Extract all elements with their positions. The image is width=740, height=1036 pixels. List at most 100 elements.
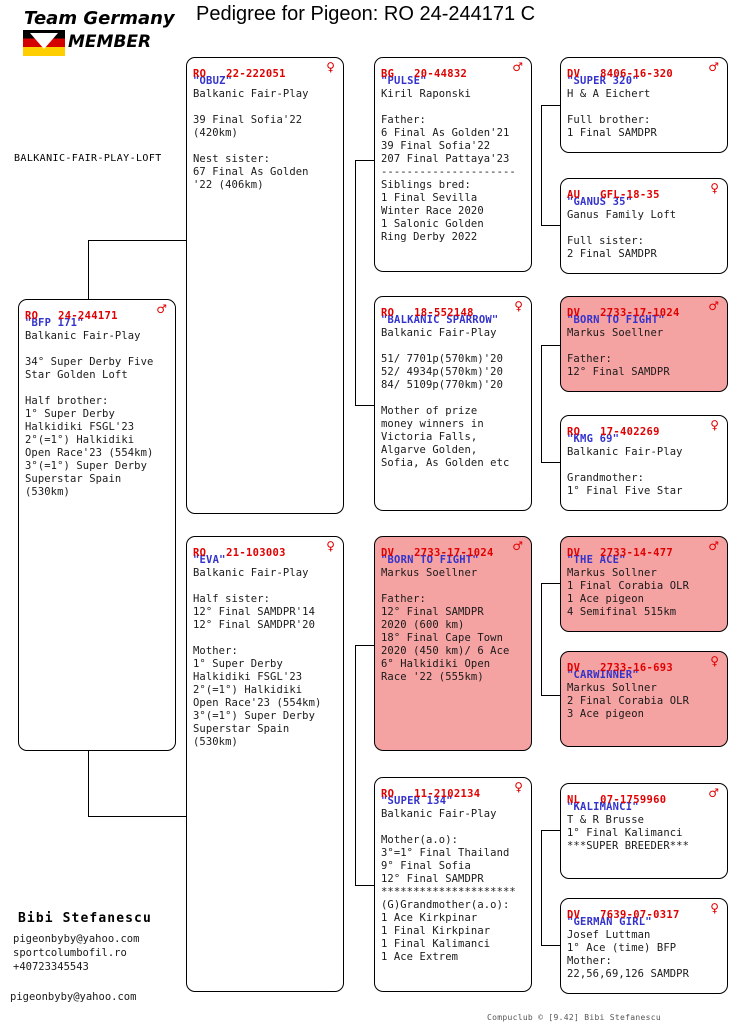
- sex-icon-female: ♀: [710, 418, 719, 432]
- pedigree-card-ggp6[interactable]: DV 2733-16-693 ♀ "CARWINNER" Markus Soll…: [560, 651, 728, 747]
- ring-number: NL 07-1759960: [567, 794, 667, 806]
- connector-gp3-h: [355, 645, 374, 646]
- sex-icon-male: ♂: [708, 786, 719, 800]
- connector-ggp4-h: [541, 462, 560, 463]
- pedigree-card-gp2[interactable]: RO 18-552148 ♀ "BALKANIC SPARROW" Balkan…: [374, 296, 532, 511]
- sex-icon-female: ♀: [514, 299, 523, 313]
- sex-icon-female: ♀: [326, 60, 335, 74]
- compuclub-credit: Compuclub © [9.42] Bibi Stefanescu: [487, 1013, 661, 1022]
- card-details: Balkanic Fair-Play 39 Final Sofia'22 (42…: [193, 88, 309, 191]
- card-details: Balkanic Fair-Play Half sister: 12° Fina…: [193, 567, 322, 748]
- pedigree-card-ggp1[interactable]: DV 8406-16-320 ♂ "SUPER 320" H & A Eiche…: [560, 57, 728, 153]
- pedigree-card-ggp7[interactable]: NL 07-1759960 ♂ "KALIMANCI" T & R Brusse…: [560, 783, 728, 879]
- sex-icon-female: ♀: [514, 780, 523, 794]
- card-details: Balkanic Fair-Play 34° Super Derby Five …: [25, 330, 154, 498]
- pedigree-page: Team Germany MEMBER Pedigree for Pigeon:…: [0, 0, 740, 1036]
- card-header: BG 20-44832 ♂: [381, 60, 525, 80]
- ring-number: RO 24-244171: [25, 310, 118, 322]
- card-details: Balkanic Fair-Play Grandmother: 1° Final…: [567, 446, 683, 497]
- connector-ggp5-h: [541, 583, 560, 584]
- sex-icon-male: ♂: [512, 539, 523, 553]
- card-header: RO 18-552148 ♀: [381, 299, 525, 319]
- ring-number: RO 22-222051: [193, 68, 286, 80]
- pedigree-card-ggp4[interactable]: RO 17-402269 ♀ "KMG 69" Balkanic Fair-Pl…: [560, 415, 728, 511]
- card-header: DV 8406-16-320 ♂: [567, 60, 721, 80]
- connector-gp1-v: [541, 105, 542, 225]
- connector-ggp2-h: [541, 225, 560, 226]
- pedigree-card-dam[interactable]: RO 21-103003 ♀ "EVA" Balkanic Fair-Play …: [186, 536, 344, 992]
- ring-number: DV 2733-14-477: [567, 547, 673, 559]
- sex-icon-female: ♀: [710, 654, 719, 668]
- pedigree-card-ggp3[interactable]: DV 2733-17-1024 ♂ "BORN TO FIGHT" Markus…: [560, 296, 728, 392]
- pedigree-card-gp4[interactable]: RO 11-2102134 ♀ "SUPER 134" Balkanic Fai…: [374, 777, 532, 992]
- contact-details: pigeonbyby@yahoo.com sportcolumbofil.ro …: [13, 933, 140, 973]
- connector-gp4-h: [355, 885, 374, 886]
- card-header: DV 2733-17-1024 ♂: [567, 299, 721, 319]
- connector-ggp3-h: [541, 345, 560, 346]
- ring-number: DV 2733-17-1024: [381, 547, 494, 559]
- contact-email-secondary: pigeonbyby@yahoo.com: [10, 991, 137, 1003]
- pedigree-card-gp3[interactable]: DV 2733-17-1024 ♂ "BORN TO FIGHT" Markus…: [374, 536, 532, 751]
- sex-icon-male: ♂: [708, 539, 719, 553]
- logo-line2: MEMBER: [68, 32, 152, 52]
- card-header: RO 22-222051 ♀: [193, 60, 337, 80]
- ring-number: RO 21-103003: [193, 547, 286, 559]
- pedigree-card-gp1[interactable]: BG 20-44832 ♂ "PULSE" Kiril Raponski Fat…: [374, 57, 532, 272]
- loft-label: BALKANIC-FAIR-PLAY-LOFT: [14, 153, 162, 164]
- sex-icon-male: ♂: [156, 302, 167, 316]
- card-header: RO 11-2102134 ♀: [381, 780, 525, 800]
- card-header: RO 24-244171 ♂: [25, 302, 169, 322]
- sex-icon-male: ♂: [708, 299, 719, 313]
- card-details: Markus Soellner Father: 12° Final SAMDPR…: [381, 567, 510, 683]
- sex-icon-male: ♂: [708, 60, 719, 74]
- connector-gp2-v: [541, 345, 542, 462]
- ring-number: DV 7639-07-0317: [567, 909, 680, 921]
- ring-number: BG 20-44832: [381, 68, 468, 80]
- card-details: Ganus Family Loft Full sister: 2 Final S…: [567, 209, 677, 260]
- connector-ggp1-h: [541, 105, 560, 106]
- card-header: DV 7639-07-0317 ♀: [567, 901, 721, 921]
- pedigree-card-ggp2[interactable]: AU GFL-18-35 ♀ "GANUS 35" Ganus Family L…: [560, 178, 728, 274]
- connector-ggp8-h: [541, 945, 560, 946]
- card-details: H & A Eichert Full brother: 1 Final SAMD…: [567, 88, 657, 139]
- card-header: NL 07-1759960 ♂: [567, 786, 721, 806]
- pedigree-card-ggp5[interactable]: DV 2733-14-477 ♂ "THE ACE" Markus Sollne…: [560, 536, 728, 632]
- ring-number: RO 17-402269: [567, 426, 660, 438]
- team-germany-logo: Team Germany MEMBER: [10, 6, 180, 58]
- connector-gp3-v: [541, 583, 542, 695]
- connector-gp4-v: [541, 830, 542, 945]
- card-details: Balkanic Fair-Play 51/ 7701p(570km)'20 5…: [381, 327, 510, 469]
- card-details: Markus Soellner Father: 12° Final SAMDPR: [567, 327, 670, 378]
- sex-icon-male: ♂: [512, 60, 523, 74]
- card-header: DV 2733-16-693 ♀: [567, 654, 721, 674]
- connector-dam-h: [88, 816, 186, 817]
- sex-icon-female: ♀: [710, 901, 719, 915]
- connector-sire-h: [88, 240, 186, 241]
- connector-gp1-h: [355, 160, 374, 161]
- card-details: Markus Sollner 1 Final Corabia OLR 1 Ace…: [567, 567, 690, 618]
- owner-name: Bibi Stefanescu: [18, 911, 152, 926]
- pedigree-card-ggp8[interactable]: DV 7639-07-0317 ♀ "GERMAN GIRL" Josef Lu…: [560, 898, 728, 994]
- eagle-icon: [30, 33, 58, 49]
- connector-ggp7-h: [541, 830, 560, 831]
- connector-gp2-h: [355, 405, 374, 406]
- ring-number: DV 2733-17-1024: [567, 307, 680, 319]
- ring-number: DV 2733-16-693: [567, 662, 673, 674]
- pedigree-card-sire[interactable]: RO 22-222051 ♀ "OBUZ" Balkanic Fair-Play…: [186, 57, 344, 514]
- card-details: T & R Brusse 1° Final Kalimanci ***SUPER…: [567, 814, 690, 852]
- card-header: DV 2733-17-1024 ♂: [381, 539, 525, 559]
- card-header: RO 17-402269 ♀: [567, 418, 721, 438]
- card-details: Kiril Raponski Father: 6 Final As Golden…: [381, 88, 516, 243]
- card-details: Balkanic Fair-Play Mother(a.o): 3°=1° Fi…: [381, 808, 516, 963]
- logo-line1: Team Germany: [24, 8, 175, 29]
- page-title: Pedigree for Pigeon: RO 24-244171 C: [196, 3, 536, 25]
- ring-number: RO 11-2102134: [381, 788, 481, 800]
- pedigree-card-subject[interactable]: RO 24-244171 ♂ "BFP 171" Balkanic Fair-P…: [18, 299, 176, 751]
- card-header: RO 21-103003 ♀: [193, 539, 337, 559]
- ring-number: AU GFL-18-35: [567, 189, 660, 201]
- sex-icon-female: ♀: [326, 539, 335, 553]
- ring-number: RO 18-552148: [381, 307, 474, 319]
- ring-number: DV 8406-16-320: [567, 68, 673, 80]
- sex-icon-female: ♀: [710, 181, 719, 195]
- connector-sire-v: [355, 160, 356, 405]
